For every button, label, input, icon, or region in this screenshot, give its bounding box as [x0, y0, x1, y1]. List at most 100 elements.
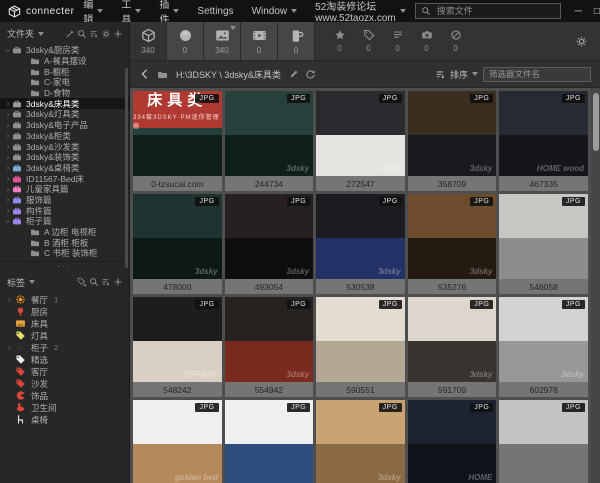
menu-item-1[interactable]: 工具 [112, 0, 150, 22]
global-search-input[interactable] [435, 5, 555, 17]
folder-item[interactable]: ›3dsky&沙发类 [0, 141, 129, 152]
breadcrumb[interactable]: H:\3DSKY \ 3dsky&床具类 [176, 68, 281, 81]
folder-item[interactable]: ›3dsky&柜类 [0, 131, 129, 142]
folder-item[interactable]: ›柜子篇 [0, 216, 129, 227]
tags-title[interactable]: 标签 [7, 276, 35, 289]
settings-gear-button[interactable] [575, 35, 588, 48]
asset-thumbnail[interactable]: 3dsky JPG 554942 [225, 297, 314, 397]
filename-filter-input[interactable] [483, 67, 591, 82]
folder-item[interactable]: C 书柜 装饰柜 [0, 248, 129, 259]
tag-item[interactable]: 精选 [0, 354, 129, 366]
folder-item[interactable]: ›3dsky&桌椅类 [0, 163, 129, 174]
asset-thumbnail[interactable]: JPG 590551 [316, 297, 405, 397]
folder-item[interactable]: D-食物 [0, 88, 129, 99]
asset-thumbnail[interactable]: 3dsky JPG [316, 400, 405, 483]
tag-item[interactable]: 卫生间 [0, 402, 129, 414]
minimize-button[interactable]: ─ [575, 6, 582, 17]
edit-path-button[interactable] [289, 69, 299, 79]
folder-item[interactable]: ›儿童家具篇 [0, 184, 129, 195]
asset-thumbnail[interactable]: HOME wood JPG 467335 [499, 91, 588, 191]
asset-thumbnail[interactable]: JPG [499, 400, 588, 483]
sort-button[interactable]: 排序 [435, 68, 478, 81]
asset-thumbnail[interactable]: JPG [225, 400, 314, 483]
expander-icon[interactable]: › [4, 195, 12, 204]
asset-thumbnail[interactable]: 3dsky JPG 244734 [225, 91, 314, 191]
folder-item[interactable]: A-餐具摆设 [0, 56, 129, 67]
folder-item[interactable]: ›ID11567-Bed床 [0, 173, 129, 184]
type-filter-cup[interactable]: 0 [278, 22, 315, 60]
menu-item-2[interactable]: 插件 [150, 0, 188, 22]
grid-scrollbar-thumb[interactable] [593, 93, 599, 151]
menu-item-5[interactable]: 52淘装修论坛www.52taozx.com [306, 0, 415, 22]
tag-item[interactable]: 桌椅 [0, 414, 129, 426]
sortlines-button[interactable] [88, 28, 100, 40]
asset-thumbnail[interactable]: JPG 546058 [499, 194, 588, 294]
sidebar-scrollbar[interactable] [125, 68, 128, 268]
back-button[interactable] [139, 68, 151, 80]
asset-thumbnail[interactable]: 3dsky JPG 478000 [133, 194, 222, 294]
folder-item[interactable]: ›3dsky&装饰类 [0, 152, 129, 163]
refresh-button[interactable] [305, 69, 316, 80]
flag-filter-star[interactable]: 0 [325, 22, 354, 60]
tag-item[interactable]: ›餐厅1 [0, 294, 129, 306]
menu-item-0[interactable]: 编辑 [74, 0, 112, 22]
expander-icon[interactable]: › [4, 153, 12, 162]
expander-icon[interactable]: › [4, 217, 13, 225]
asset-thumbnail[interactable]: TIFFANY JPG 548242 [133, 297, 222, 397]
folder-item[interactable]: B-橱柜 [0, 66, 129, 77]
tag-item[interactable]: 灯具 [0, 330, 129, 342]
folder-item[interactable]: B 酒柜 柜板 [0, 237, 129, 248]
expander-icon[interactable]: › [4, 174, 12, 183]
expander-icon[interactable]: › [4, 185, 12, 194]
menu-item-4[interactable]: Window [243, 0, 307, 22]
wand-button[interactable] [64, 28, 76, 40]
flag-filter-tag[interactable]: 0 [354, 22, 383, 60]
asset-thumbnail[interactable]: 3dsky JPG 358709 [408, 91, 497, 191]
asset-thumbnail[interactable]: 3dsky JPG 535276 [408, 194, 497, 294]
asset-thumbnail[interactable]: 3dsky JPG 602978 [499, 297, 588, 397]
expander-icon[interactable]: › [4, 163, 12, 172]
search-button[interactable] [76, 28, 88, 40]
global-search[interactable] [415, 3, 561, 19]
asset-thumbnail[interactable]: golden bed JPG [133, 400, 222, 483]
folder-item[interactable]: ›3dsky&厨房类 [0, 45, 129, 56]
menu-item-3[interactable]: Settings [188, 0, 242, 22]
tags-drag-handle[interactable]: ··· [0, 261, 129, 271]
tag-item[interactable]: 沙发 [0, 378, 129, 390]
asset-thumbnail[interactable]: LEMA JPG 272547 [316, 91, 405, 191]
folder-item[interactable]: ›服饰篇 [0, 195, 129, 206]
tag-item[interactable]: ›柜子2 [0, 342, 129, 354]
flag-filter-note[interactable]: 0 [383, 22, 412, 60]
expander-icon[interactable]: › [4, 206, 12, 215]
gearui-button[interactable] [100, 28, 112, 40]
asset-thumbnail[interactable]: 3dsky JPG 530538 [316, 194, 405, 294]
folder-item[interactable]: ›3dsky&电子产品 [0, 120, 129, 131]
asset-thumbnail[interactable]: HOME JPG [408, 400, 497, 483]
tag-item[interactable]: 客厅 [0, 366, 129, 378]
tag-item[interactable]: 饰品 [0, 390, 129, 402]
flag-filter-ban[interactable]: 0 [441, 22, 470, 60]
folder-item[interactable]: C-家电 [0, 77, 129, 88]
grid-scrollbar[interactable] [591, 88, 600, 483]
sortlines-button[interactable] [100, 276, 112, 288]
folder-item[interactable]: ›3dsky&灯具类 [0, 109, 129, 120]
expander-icon[interactable]: › [4, 46, 13, 54]
expander-icon[interactable]: › [4, 121, 12, 130]
folders-title[interactable]: 文件夹 [7, 27, 44, 40]
type-filter-film[interactable]: 0 [241, 22, 278, 60]
expander-icon[interactable]: › [4, 131, 12, 140]
asset-thumbnail[interactable]: 3dsky JPG 591709 [408, 297, 497, 397]
type-filter-sphere[interactable]: 0 [167, 22, 204, 60]
tag-item[interactable]: 床具 [0, 318, 129, 330]
folder-item[interactable]: ›构件篇 [0, 205, 129, 216]
expander-icon[interactable]: › [4, 142, 12, 151]
expander-icon[interactable]: › [4, 99, 12, 108]
folder-item[interactable]: A 边柜 电视柜 [0, 227, 129, 238]
asset-thumbnail[interactable]: 3dsky JPG 493054 [225, 194, 314, 294]
type-filter-cube[interactable]: 340 [130, 22, 167, 60]
asset-thumbnail[interactable]: 床具类334套3DSKY·PM迷你管理器 JPG 0-tzsucai.com [133, 91, 222, 191]
folder-item[interactable]: ›3dsky&床具类 [0, 98, 129, 109]
maximize-button[interactable]: □ [594, 6, 600, 17]
tag-item[interactable]: 厨房 [0, 306, 129, 318]
expander-icon[interactable]: › [4, 110, 12, 119]
